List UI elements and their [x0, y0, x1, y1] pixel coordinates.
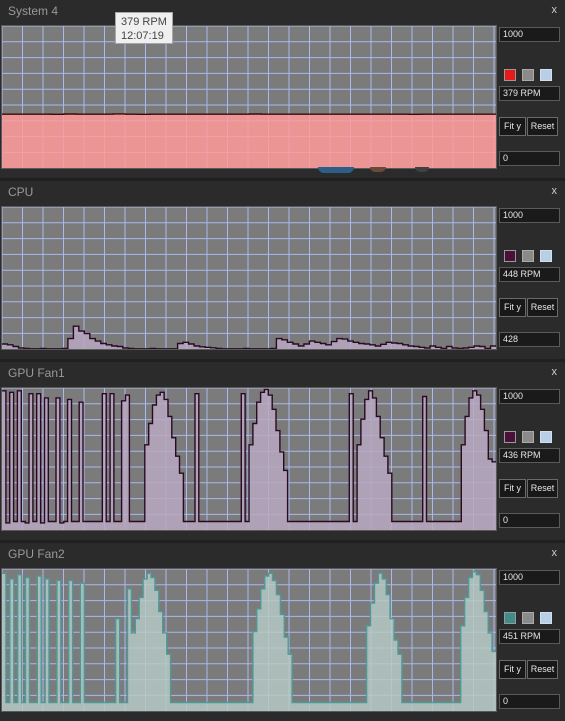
fill-color-swatch[interactable] [540, 250, 552, 262]
y-max-field[interactable]: 1000 [499, 208, 560, 223]
chart-svg [2, 26, 496, 168]
chart-svg [2, 388, 496, 530]
close-icon[interactable]: x [552, 547, 558, 559]
fit-y-button[interactable]: Fit y [499, 660, 526, 679]
reset-button[interactable]: Reset [527, 660, 558, 679]
reset-button[interactable]: Reset [527, 479, 558, 498]
fan-plot[interactable] [1, 387, 497, 531]
rpm-readout: 448 RPM [499, 267, 560, 282]
background-window-fragment [370, 167, 386, 172]
gray-color-swatch[interactable] [522, 612, 534, 624]
y-min-field[interactable]: 0 [499, 694, 560, 709]
series-line [2, 389, 496, 523]
panel-gpu-fan2: GPU Fan2 x 1000 451 RPM Fit y Reset 0 [0, 543, 565, 721]
gray-color-swatch[interactable] [522, 69, 534, 81]
line-color-swatch[interactable] [504, 612, 516, 624]
hover-tooltip: 379 RPM 12:07:19 [115, 12, 173, 44]
series-area [2, 114, 496, 168]
line-color-swatch[interactable] [504, 250, 516, 262]
reset-button[interactable]: Reset [527, 298, 558, 317]
rpm-readout: 451 RPM [499, 629, 560, 644]
line-color-swatch[interactable] [504, 431, 516, 443]
panel-title: CPU [8, 185, 33, 199]
chart-controls: 1000 451 RPM Fit y Reset 0 [498, 568, 562, 710]
y-min-field[interactable]: 0 [499, 151, 560, 166]
fit-y-button[interactable]: Fit y [499, 479, 526, 498]
y-min-field[interactable]: 428 [499, 332, 560, 347]
rpm-readout: 436 RPM [499, 448, 560, 463]
chart-svg [2, 207, 496, 349]
panel-title: GPU Fan2 [8, 547, 65, 561]
chart-controls: 1000 448 RPM Fit y Reset 428 [498, 206, 562, 348]
gray-color-swatch[interactable] [522, 250, 534, 262]
tooltip-time: 12:07:19 [121, 29, 172, 43]
close-icon[interactable]: x [552, 366, 558, 378]
fan-plot[interactable] [1, 206, 497, 350]
series-line [2, 572, 496, 703]
fan-plot[interactable] [1, 568, 497, 712]
close-icon[interactable]: x [552, 4, 558, 16]
fill-color-swatch[interactable] [540, 69, 552, 81]
chart-svg [2, 569, 496, 711]
fan-plot[interactable] [1, 25, 497, 169]
line-color-swatch[interactable] [504, 69, 516, 81]
rpm-readout: 379 RPM [499, 86, 560, 101]
background-window-fragment [318, 167, 354, 173]
tooltip-rpm: 379 RPM [121, 15, 172, 29]
chart-controls: 1000 379 RPM Fit y Reset 0 [498, 25, 562, 167]
fit-y-button[interactable]: Fit y [499, 117, 526, 136]
fill-color-swatch[interactable] [540, 612, 552, 624]
y-min-field[interactable]: 0 [499, 513, 560, 528]
series-area [2, 572, 496, 711]
panel-gpu-fan1: GPU Fan1 x 1000 436 RPM Fit y Reset 0 [0, 362, 565, 540]
panel-cpu: CPU x 1000 448 RPM Fit y Reset 428 [0, 181, 565, 359]
fill-color-swatch[interactable] [540, 431, 552, 443]
close-icon[interactable]: x [552, 185, 558, 197]
chart-controls: 1000 436 RPM Fit y Reset 0 [498, 387, 562, 529]
panel-titlebar: GPU Fan2 x [0, 543, 565, 566]
panel-titlebar: GPU Fan1 x [0, 362, 565, 385]
gray-color-swatch[interactable] [522, 431, 534, 443]
y-max-field[interactable]: 1000 [499, 570, 560, 585]
panel-titlebar: System 4 x [0, 0, 565, 23]
panel-title: System 4 [8, 4, 58, 18]
fit-y-button[interactable]: Fit y [499, 298, 526, 317]
panel-system4: System 4 x 1000 379 RPM Fit y Reset 0 [0, 0, 565, 178]
y-max-field[interactable]: 1000 [499, 389, 560, 404]
reset-button[interactable]: Reset [527, 117, 558, 136]
panel-title: GPU Fan1 [8, 366, 65, 380]
panel-titlebar: CPU x [0, 181, 565, 204]
y-max-field[interactable]: 1000 [499, 27, 560, 42]
series-area [2, 326, 496, 349]
